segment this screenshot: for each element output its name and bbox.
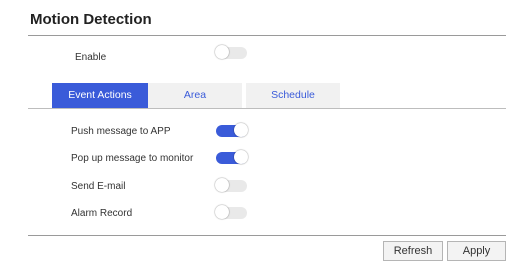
toggle-knob: [234, 150, 248, 164]
toggle-knob: [215, 205, 229, 219]
footer-divider: [28, 235, 506, 236]
push-message-label: Push message to APP: [71, 126, 171, 137]
tab-schedule[interactable]: Schedule: [246, 83, 340, 108]
toggle-knob: [215, 45, 229, 59]
tab-event-actions[interactable]: Event Actions: [52, 83, 148, 108]
page-title: Motion Detection: [30, 11, 152, 28]
popup-message-label: Pop up message to monitor: [71, 153, 194, 164]
send-email-toggle[interactable]: [215, 178, 247, 192]
enable-label: Enable: [75, 52, 107, 63]
refresh-button[interactable]: Refresh: [383, 241, 443, 261]
toggle-knob: [215, 178, 229, 192]
push-message-toggle[interactable]: [216, 123, 248, 137]
tab-area[interactable]: Area: [148, 83, 242, 108]
toggle-knob: [234, 123, 248, 137]
title-divider: [28, 35, 506, 36]
send-email-label: Send E-mail: [71, 181, 126, 192]
apply-button[interactable]: Apply: [447, 241, 506, 261]
popup-message-toggle[interactable]: [216, 150, 248, 164]
tab-divider: [28, 108, 506, 109]
alarm-record-toggle[interactable]: [215, 205, 247, 219]
alarm-record-label: Alarm Record: [71, 208, 133, 219]
enable-toggle[interactable]: [215, 45, 247, 59]
